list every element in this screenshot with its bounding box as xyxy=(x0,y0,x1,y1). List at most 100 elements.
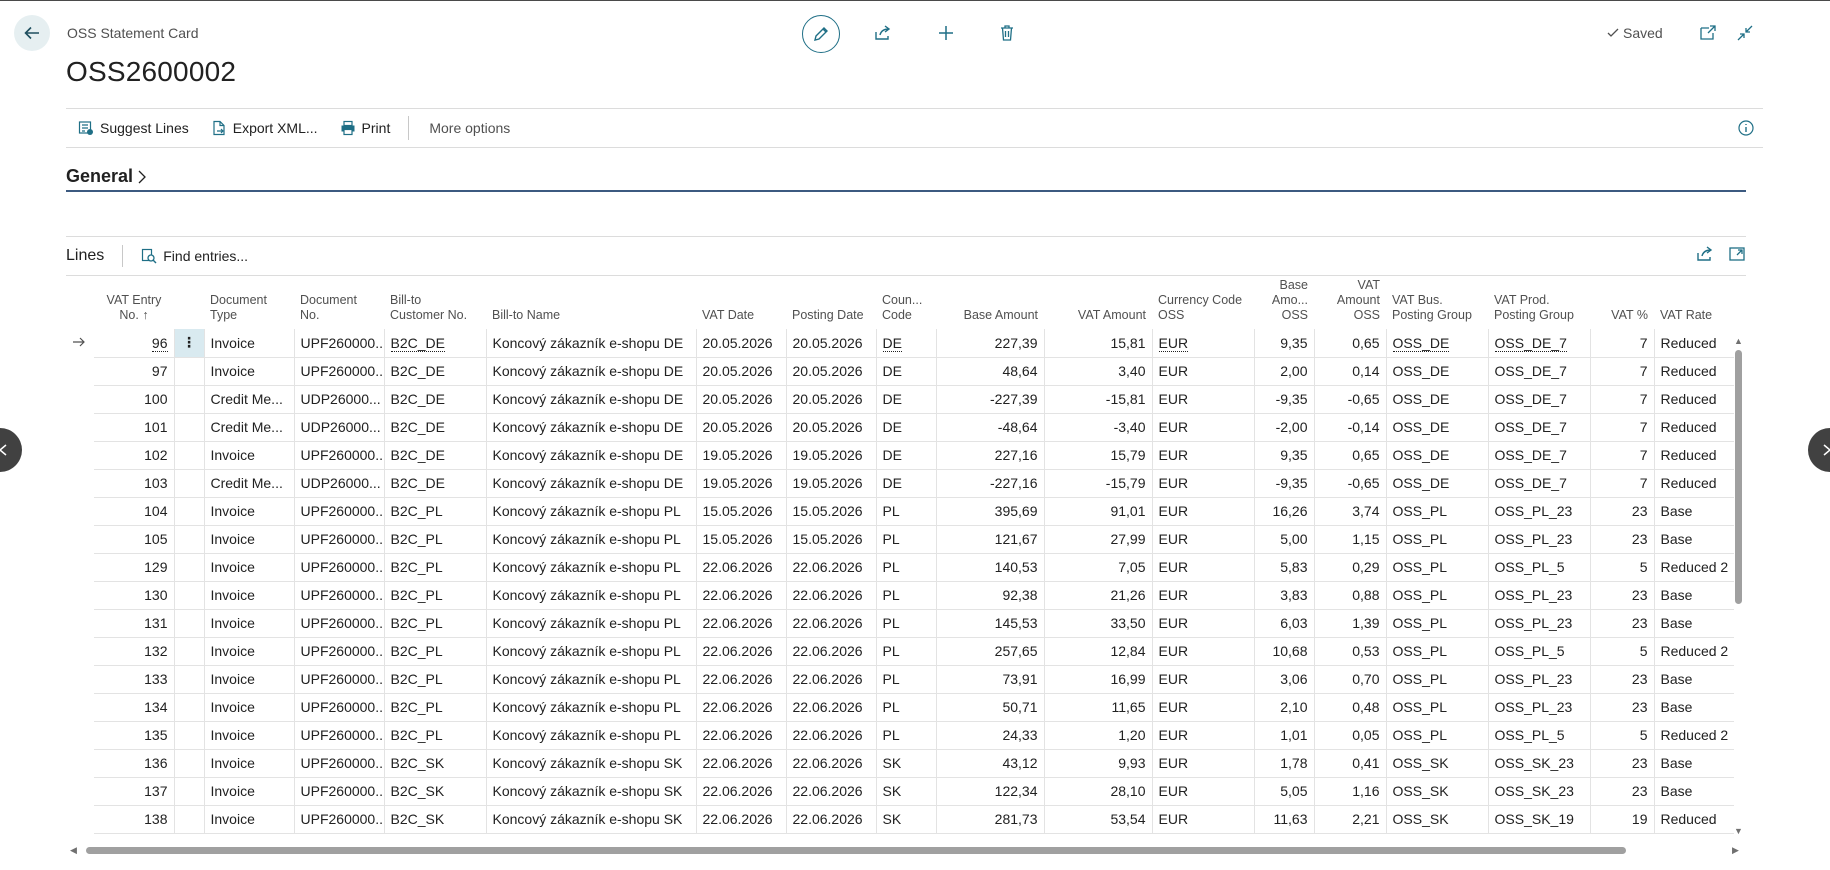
cell-vat-bus-posting-group[interactable]: OSS_PL xyxy=(1386,525,1489,554)
cell-bill-to-name[interactable]: Koncový zákazník e-shopu DE xyxy=(486,385,697,414)
cell-vat-prod-posting-group[interactable]: OSS_PL_23 xyxy=(1488,525,1591,554)
cell-vat-pct[interactable]: 23 xyxy=(1590,525,1655,554)
cell-vat-prod-posting-group[interactable]: OSS_PL_23 xyxy=(1488,581,1591,610)
cell-vat-amount[interactable]: 33,50 xyxy=(1044,609,1153,638)
cell-base-amount-oss[interactable]: 9,35 xyxy=(1254,329,1315,358)
cell-bill-to-customer-no[interactable]: B2C_PL xyxy=(384,665,487,694)
cell-vat-date[interactable]: 22.06.2026 xyxy=(696,749,787,778)
cell-vat-amount-oss[interactable]: -0,14 xyxy=(1314,413,1387,442)
cell-vat-bus-posting-group[interactable]: OSS_SK xyxy=(1386,749,1489,778)
cell-bill-to-name[interactable]: Koncový zákazník e-shopu PL xyxy=(486,581,697,610)
cell-country-code[interactable]: DE xyxy=(876,385,937,414)
cell-vat-entry-no[interactable]: 130 xyxy=(94,581,175,610)
cell-posting-date[interactable]: 22.06.2026 xyxy=(786,581,877,610)
row-selector[interactable] xyxy=(66,693,94,721)
row-selector[interactable] xyxy=(66,497,94,525)
cell-posting-date[interactable]: 22.06.2026 xyxy=(786,553,877,582)
table-row[interactable]: 101 Credit Me... UDP26000... B2C_DE Koncový … xyxy=(66,413,1734,442)
cell-country-code[interactable]: DE xyxy=(876,413,937,442)
col-vat-amount-oss[interactable]: VAT Amount OSS xyxy=(1314,277,1386,329)
row-selector[interactable] xyxy=(66,777,94,805)
cell-vat-entry-no[interactable]: 103 xyxy=(94,469,175,498)
cell-document-no[interactable]: UPF260000... xyxy=(294,777,385,806)
cell-country-code[interactable]: DE xyxy=(876,441,937,470)
cell-posting-date[interactable]: 20.05.2026 xyxy=(786,385,877,414)
cell-vat-amount-oss[interactable]: 0,70 xyxy=(1314,665,1387,694)
cell-vat-amount-oss[interactable]: 1,39 xyxy=(1314,609,1387,638)
cell-vat-bus-posting-group[interactable]: OSS_PL xyxy=(1386,497,1489,526)
cell-posting-date[interactable]: 22.06.2026 xyxy=(786,609,877,638)
cell-vat-prod-posting-group[interactable]: OSS_PL_23 xyxy=(1488,665,1591,694)
row-menu[interactable] xyxy=(174,385,205,414)
table-row[interactable]: 129 Invoice UPF260000... B2C_PL Koncový záka… xyxy=(66,553,1734,582)
cell-currency-code[interactable]: EUR xyxy=(1152,497,1255,526)
scroll-down-arrow[interactable]: ▼ xyxy=(1734,826,1743,836)
cell-country-code[interactable]: PL xyxy=(876,581,937,610)
cell-vat-entry-no[interactable]: 135 xyxy=(94,721,175,750)
cell-document-no[interactable]: UPF260000... xyxy=(294,581,385,610)
cell-document-type[interactable]: Invoice xyxy=(204,357,295,386)
cell-vat-amount[interactable]: 21,26 xyxy=(1044,581,1153,610)
cell-base-amount[interactable]: 281,73 xyxy=(936,805,1045,834)
cell-base-amount[interactable]: 140,53 xyxy=(936,553,1045,582)
cell-vat-date[interactable]: 22.06.2026 xyxy=(696,665,787,694)
cell-vat-date[interactable]: 15.05.2026 xyxy=(696,525,787,554)
cell-document-type[interactable]: Invoice xyxy=(204,553,295,582)
cell-base-amount-oss[interactable]: 2,00 xyxy=(1254,357,1315,386)
cell-vat-rate[interactable]: Reduced xyxy=(1654,441,1734,470)
cell-vat-prod-posting-group[interactable]: OSS_DE_7 xyxy=(1488,469,1591,498)
cell-vat-rate[interactable]: Reduced xyxy=(1654,413,1734,442)
cell-vat-bus-posting-group[interactable]: OSS_PL xyxy=(1386,721,1489,750)
cell-currency-code[interactable]: EUR xyxy=(1152,385,1255,414)
cell-vat-pct[interactable]: 5 xyxy=(1590,553,1655,582)
cell-bill-to-name[interactable]: Koncový zákazník e-shopu SK xyxy=(486,805,697,834)
cell-vat-entry-no[interactable]: 96 xyxy=(94,329,175,358)
cell-vat-entry-no[interactable]: 134 xyxy=(94,693,175,722)
edit-button[interactable] xyxy=(802,15,840,53)
cell-bill-to-name[interactable]: Koncový zákazník e-shopu DE xyxy=(486,413,697,442)
cell-posting-date[interactable]: 22.06.2026 xyxy=(786,721,877,750)
cell-base-amount[interactable]: 257,65 xyxy=(936,637,1045,666)
cell-vat-amount[interactable]: -15,81 xyxy=(1044,385,1153,414)
cell-bill-to-name[interactable]: Koncový zákazník e-shopu PL xyxy=(486,693,697,722)
cell-posting-date[interactable]: 19.05.2026 xyxy=(786,441,877,470)
cell-document-type[interactable]: Invoice xyxy=(204,497,295,526)
cell-vat-entry-no[interactable]: 131 xyxy=(94,609,175,638)
cell-vat-rate[interactable]: Base xyxy=(1654,777,1734,806)
cell-bill-to-name[interactable]: Koncový zákazník e-shopu DE xyxy=(486,329,697,358)
cell-vat-rate[interactable]: Base xyxy=(1654,749,1734,778)
cell-vat-pct[interactable]: 7 xyxy=(1590,413,1655,442)
cell-base-amount[interactable]: 48,64 xyxy=(936,357,1045,386)
cell-vat-amount-oss[interactable]: -0,65 xyxy=(1314,385,1387,414)
cell-vat-rate[interactable]: Reduced xyxy=(1654,805,1734,834)
open-new-window-icon[interactable] xyxy=(1728,245,1746,263)
table-row[interactable]: 97 Invoice UPF260000... B2C_DE Koncový zákaz… xyxy=(66,357,1734,386)
general-section-header[interactable]: General xyxy=(66,166,1746,192)
row-menu[interactable] xyxy=(174,721,205,750)
row-selector[interactable] xyxy=(66,553,94,581)
cell-vat-rate[interactable]: Reduced xyxy=(1654,357,1734,386)
cell-currency-code[interactable]: EUR xyxy=(1152,721,1255,750)
row-selector[interactable] xyxy=(66,385,94,413)
cell-document-no[interactable]: UPF260000... xyxy=(294,693,385,722)
table-row[interactable]: 132 Invoice UPF260000... B2C_PL Koncový záka… xyxy=(66,637,1734,666)
cell-vat-rate[interactable]: Reduced xyxy=(1654,469,1734,498)
cell-document-type[interactable]: Invoice xyxy=(204,665,295,694)
cell-vat-rate[interactable]: Base xyxy=(1654,665,1734,694)
cell-country-code[interactable]: PL xyxy=(876,665,937,694)
cell-vat-amount[interactable]: 11,65 xyxy=(1044,693,1153,722)
cell-base-amount[interactable]: -48,64 xyxy=(936,413,1045,442)
cell-vat-bus-posting-group[interactable]: OSS_PL xyxy=(1386,637,1489,666)
cell-document-no[interactable]: UPF260000... xyxy=(294,497,385,526)
row-selector[interactable] xyxy=(66,357,94,385)
cell-base-amount[interactable]: 227,16 xyxy=(936,441,1045,470)
cell-vat-rate[interactable]: Base xyxy=(1654,609,1734,638)
table-row[interactable]: 137 Invoice UPF260000... B2C_SK Koncový záka… xyxy=(66,777,1734,806)
row-menu[interactable] xyxy=(174,357,205,386)
row-menu[interactable] xyxy=(174,665,205,694)
cell-vat-rate[interactable]: Base xyxy=(1654,693,1734,722)
cell-vat-prod-posting-group[interactable]: OSS_SK_23 xyxy=(1488,777,1591,806)
cell-bill-to-name[interactable]: Koncový zákazník e-shopu SK xyxy=(486,777,697,806)
cell-base-amount[interactable]: 145,53 xyxy=(936,609,1045,638)
cell-base-amount-oss[interactable]: 5,00 xyxy=(1254,525,1315,554)
